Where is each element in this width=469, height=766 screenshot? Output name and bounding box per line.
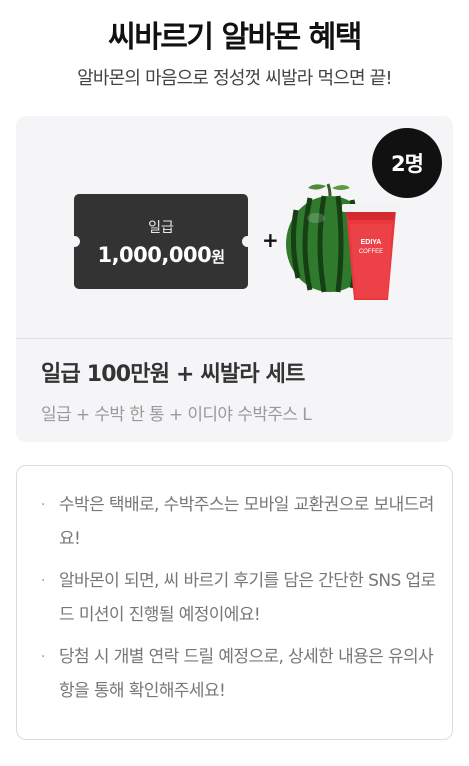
- prize-detail: 일급 + 수박 한 통 + 이디야 수박주스 L: [41, 405, 312, 425]
- notes-list: · 수박은 택배로, 수박주스는 모바일 교환권으로 보내드려요! · 알바몬이 되…: [17, 466, 452, 708]
- bullet-icon: ·: [41, 573, 45, 589]
- ticket-amount: 1,000,000원: [97, 242, 225, 267]
- note-text: 수박은 택배로, 수박주스는 모바일 교환권으로 보내드려요!: [59, 495, 434, 549]
- page-title: 씨바르기 알바몬 혜택: [108, 20, 362, 55]
- ticket-amount-value: 1,000,000: [97, 242, 212, 267]
- page-subtitle: 알바몬의 마음으로 정성껏 씨발라 먹으면 끝!: [77, 68, 393, 89]
- watermelon-juice-image: EDIYA COFFEE: [286, 183, 400, 300]
- bullet-icon: ·: [41, 497, 45, 513]
- cash-ticket: 일급 1,000,000원: [69, 194, 253, 289]
- note-item: · 알바몬이 되면, 씨 바르기 후기를 담은 간단한 SNS 업로드 미션이 진…: [41, 564, 438, 632]
- note-text: 당첨 시 개별 연락 드릴 예정으로, 상세한 내용은 유의사항을 통해 확인해…: [59, 647, 434, 701]
- bullet-icon: ·: [41, 649, 45, 665]
- note-text: 알바몬이 되면, 씨 바르기 후기를 담은 간단한 SNS 업로드 미션이 진행…: [59, 571, 436, 625]
- prize-visual: 2명 일급 1,000,000원 + EDIYA COFFEE: [16, 116, 453, 339]
- ticket-notch-left: [69, 236, 80, 247]
- prize-info: 일급 100만원 + 씨발라 세트 일급 + 수박 한 통 + 이디야 수박주스…: [41, 356, 312, 425]
- cup-brand-line1: EDIYA: [361, 239, 382, 246]
- note-item: · 당첨 시 개별 연락 드릴 예정으로, 상세한 내용은 유의사항을 통해 확인…: [41, 640, 438, 708]
- ticket-label: 일급: [148, 219, 174, 236]
- notes-card: · 수박은 택배로, 수박주스는 모바일 교환권으로 보내드려요! · 알바몬이 되…: [16, 465, 453, 740]
- ticket-notch-right: [242, 236, 253, 247]
- prize-card: 2명 일급 1,000,000원 + EDIYA COFFEE 일급 100만원…: [16, 116, 453, 442]
- cup-brand-line2: COFFEE: [359, 249, 383, 255]
- prize-name: 일급 100만원 + 씨발라 세트: [41, 362, 305, 387]
- plus-sign: +: [262, 228, 279, 252]
- note-item: · 수박은 택배로, 수박주스는 모바일 교환권으로 보내드려요!: [41, 488, 438, 556]
- ticket-amount-unit: 원: [211, 247, 225, 266]
